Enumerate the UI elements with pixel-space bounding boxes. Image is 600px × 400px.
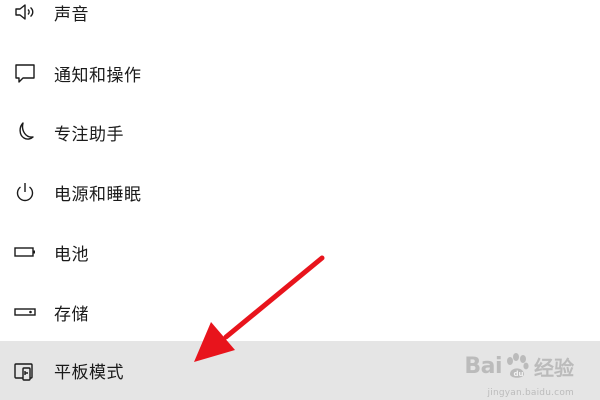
nav-item-label: 平板模式 bbox=[54, 363, 124, 383]
watermark-brand: Bai bbox=[464, 353, 502, 379]
nav-item-label: 专注助手 bbox=[54, 124, 124, 145]
notification-icon bbox=[11, 59, 39, 87]
nav-item-focus-assist[interactable]: 专注助手 bbox=[0, 108, 600, 156]
watermark-jingyan: 经验 bbox=[534, 355, 574, 380]
nav-item-power-sleep[interactable]: 电源和睡眠 bbox=[0, 168, 600, 216]
nav-item-label: 电源和睡眠 bbox=[54, 184, 142, 205]
nav-item-storage[interactable]: 存储 bbox=[0, 288, 600, 336]
nav-item-label: 通知和操作 bbox=[54, 65, 142, 86]
moon-icon bbox=[11, 118, 39, 146]
svg-text:du: du bbox=[514, 370, 524, 378]
nav-item-battery[interactable]: 电池 bbox=[0, 228, 600, 276]
nav-item-sound[interactable]: 声音 bbox=[0, 0, 600, 36]
nav-item-notifications[interactable]: 通知和操作 bbox=[0, 49, 600, 97]
nav-item-label: 声音 bbox=[54, 4, 89, 25]
settings-nav-list: 声音 通知和操作 专注助手 电源和睡眠 电池 存储 平板模式 bbox=[0, 0, 600, 400]
speaker-icon bbox=[11, 0, 39, 26]
tablet-mode-icon bbox=[11, 357, 39, 385]
baidu-jingyan-watermark: Bai du 经验 jingyan.baidu.com bbox=[464, 346, 574, 398]
power-icon bbox=[11, 178, 39, 206]
settings-page: 声音 通知和操作 专注助手 电源和睡眠 电池 存储 平板模式 Bai du 经验… bbox=[0, 0, 600, 400]
battery-icon bbox=[11, 238, 39, 266]
storage-icon bbox=[11, 298, 39, 326]
paw-logo-icon: du bbox=[507, 353, 529, 378]
watermark-url: jingyan.baidu.com bbox=[487, 388, 574, 398]
nav-item-label: 存储 bbox=[54, 304, 89, 325]
nav-item-label: 电池 bbox=[54, 244, 89, 265]
